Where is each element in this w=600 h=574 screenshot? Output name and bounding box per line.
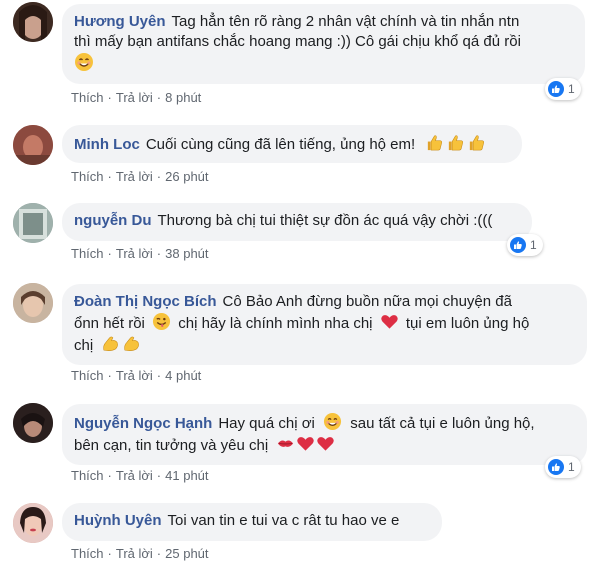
avatar[interactable] — [13, 283, 53, 323]
reaction-count[interactable]: 1 — [545, 78, 581, 100]
reaction-count[interactable]: 1 — [545, 456, 581, 478]
comment-text: ổnn hết rồi — [74, 315, 145, 332]
commenter-name[interactable]: Huỳnh Uyên — [74, 512, 162, 529]
like-link[interactable]: Thích — [71, 246, 104, 261]
comment-actions: Thích · Trả lời · 41 phút — [71, 468, 209, 483]
comment-text: Thương bà chị tui thiệt sự đồn ác quá vậ… — [157, 212, 493, 229]
comment-time[interactable]: 26 phút — [165, 169, 208, 184]
kiss-lips-emoji — [276, 434, 295, 453]
comment-text: Hay quá chị ơi — [218, 415, 315, 432]
comment-actions: Thích · Trả lời · 26 phút — [71, 169, 209, 184]
like-link[interactable]: Thích — [71, 546, 104, 561]
reply-link[interactable]: Trả lời — [116, 90, 153, 105]
flexed-biceps-emoji — [122, 334, 141, 353]
like-thumb-icon — [548, 81, 564, 97]
comment-bubble: nguyễn Du Thương bà chị tui thiệt sự đồn … — [62, 203, 532, 241]
smiling-face-emoji — [74, 52, 94, 72]
smiling-face-emoji — [323, 412, 342, 431]
thumbs-up-emoji — [467, 133, 486, 152]
comment-time[interactable]: 4 phút — [165, 368, 201, 383]
comment-bubble: Minh Loc Cuối cùng cũng đã lên tiếng, ủng… — [62, 125, 522, 163]
like-link[interactable]: Thích — [71, 468, 104, 483]
comment-text: sau tất cả tụi e luôn ủng hộ, — [350, 415, 535, 432]
reply-link[interactable]: Trả lời — [116, 546, 153, 561]
comment-bubble: Hương Uyên Tag hẳn tên rõ ràng 2 nhân vật… — [62, 4, 585, 84]
red-heart-emoji — [296, 434, 315, 453]
avatar[interactable] — [13, 125, 53, 165]
comment-text: Cuối cùng cũng đã lên tiếng, ủng hộ em! — [145, 136, 416, 153]
red-heart-emoji — [316, 434, 335, 453]
comment-text: Tag hẳn tên rõ ràng 2 nhân vật chính và … — [171, 13, 520, 30]
winking-tongue-emoji — [152, 312, 171, 331]
reply-link[interactable]: Trả lời — [116, 246, 153, 261]
commenter-name[interactable]: Đoàn Thị Ngọc Bích — [74, 293, 217, 310]
avatar[interactable] — [13, 2, 53, 42]
thumbs-up-emoji — [446, 133, 465, 152]
flexed-biceps-emoji — [101, 334, 120, 353]
commenter-name[interactable]: Hương Uyên — [74, 13, 166, 30]
comment-time[interactable]: 41 phút — [165, 468, 208, 483]
comment-text: tụi em luôn ủng hộ — [405, 315, 530, 332]
reply-link[interactable]: Trả lời — [116, 368, 153, 383]
comment-bubble: Đoàn Thị Ngọc Bích Cô Bảo Anh đừng buồn n… — [62, 284, 587, 365]
comment-bubble: Huỳnh Uyên Toi van tin e tui va c rât tu … — [62, 503, 442, 541]
commenter-name[interactable]: Nguyễn Ngọc Hạnh — [74, 415, 212, 432]
comment-time[interactable]: 8 phút — [165, 90, 201, 105]
comment-text: thì mấy bạn antifans chắc hoang mang :))… — [74, 33, 521, 50]
reply-link[interactable]: Trả lời — [116, 169, 153, 184]
thumbs-up-emoji — [425, 133, 444, 152]
like-link[interactable]: Thích — [71, 169, 104, 184]
comment-text: chị hãy là chính mình nha chị — [178, 315, 373, 332]
reaction-count[interactable]: 1 — [507, 234, 543, 256]
comment-time[interactable]: 25 phút — [165, 546, 208, 561]
avatar[interactable] — [13, 203, 53, 243]
commenter-name[interactable]: nguyễn Du — [74, 212, 152, 229]
comment-text: Cô Bảo Anh đừng buồn nữa mọi chuyện đã — [222, 293, 512, 310]
comment-text: Toi van tin e tui va c rât tu hao ve e — [167, 512, 400, 529]
red-heart-emoji — [380, 312, 399, 331]
comment-text: bên cạn, tin tưởng và yêu chị — [74, 437, 269, 454]
avatar[interactable] — [13, 503, 53, 543]
commenter-name[interactable]: Minh Loc — [74, 136, 140, 153]
comment-bubble: Nguyễn Ngọc Hạnh Hay quá chị ơi sau tất c… — [62, 404, 587, 465]
like-thumb-icon — [548, 459, 564, 475]
comment-actions: Thích · Trả lời · 38 phút — [71, 246, 209, 261]
comment-actions: Thích · Trả lời · 25 phút — [71, 546, 209, 561]
comment-text: chị — [74, 337, 94, 354]
reply-link[interactable]: Trả lời — [116, 468, 153, 483]
comment-actions: Thích · Trả lời · 4 phút — [71, 368, 202, 383]
comment-actions: Thích · Trả lời · 8 phút — [71, 90, 202, 105]
like-link[interactable]: Thích — [71, 368, 104, 383]
like-link[interactable]: Thích — [71, 90, 104, 105]
like-thumb-icon — [510, 237, 526, 253]
comment-time[interactable]: 38 phút — [165, 246, 208, 261]
avatar[interactable] — [13, 403, 53, 443]
